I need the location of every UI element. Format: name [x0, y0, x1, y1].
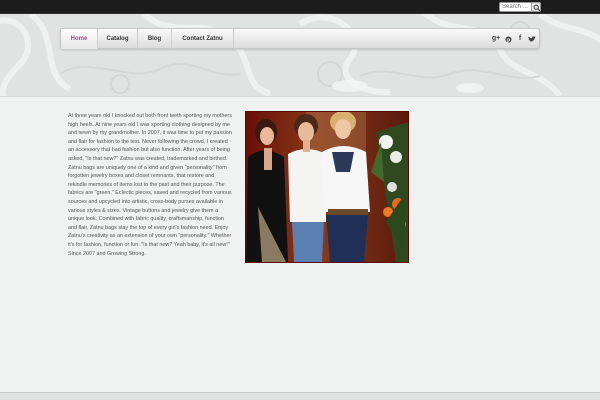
swirl-pattern-decoration: [0, 14, 600, 96]
google-plus-icon[interactable]: g+: [491, 29, 501, 49]
twitter-icon[interactable]: [527, 29, 537, 49]
main-navigation: Home Catalog Blog Contact Zatnu g+ p f: [60, 28, 540, 49]
main-content: At three years old I knocked out both fr…: [0, 96, 600, 392]
footer-bar: [0, 392, 600, 400]
nav-item-catalog[interactable]: Catalog: [98, 29, 138, 49]
nav-item-contact-zatnu[interactable]: Contact Zatnu: [172, 29, 234, 49]
search-icon: [533, 4, 541, 12]
nav-item-home[interactable]: Home: [61, 29, 98, 49]
header-banner: [0, 14, 600, 96]
about-paragraph: At three years old I knocked out both fr…: [68, 113, 232, 257]
photo-three-women: [245, 111, 409, 263]
svg-text:p: p: [506, 37, 509, 43]
nav-item-blog[interactable]: Blog: [138, 29, 172, 49]
top-bar: [0, 0, 600, 14]
pinterest-icon[interactable]: p: [503, 29, 513, 49]
search-button[interactable]: [531, 2, 541, 12]
facebook-icon[interactable]: f: [515, 29, 525, 49]
